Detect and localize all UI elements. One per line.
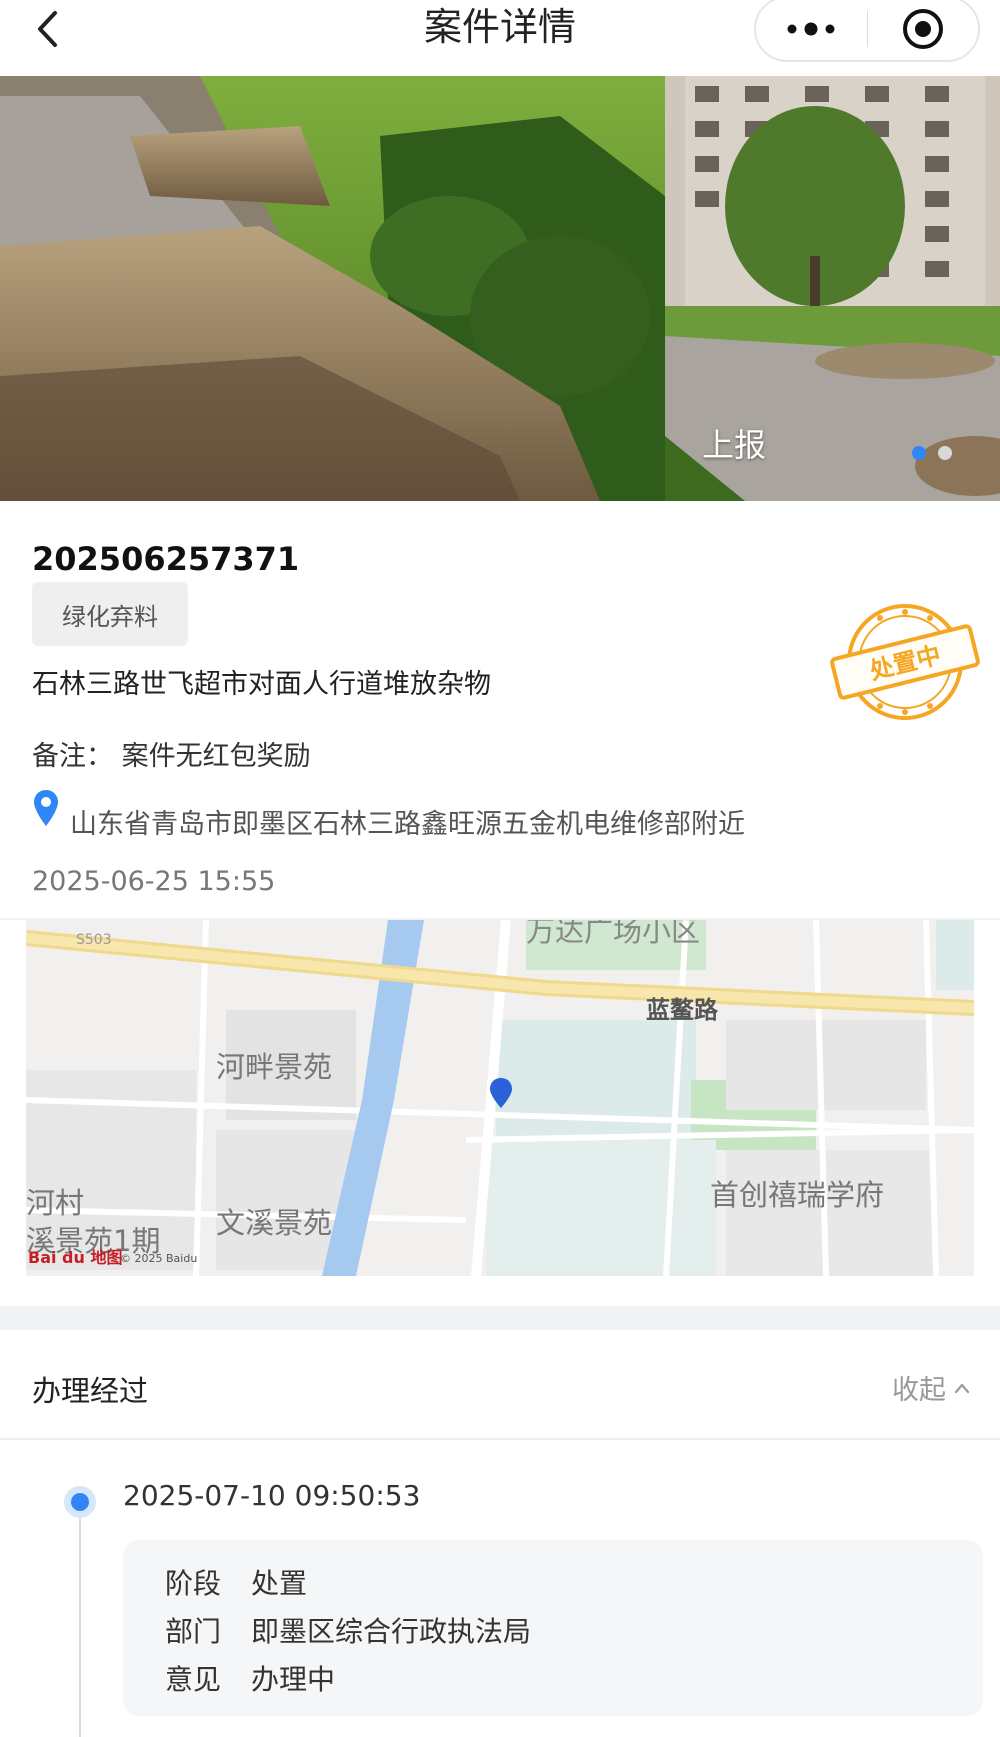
- case-photo-main[interactable]: [0, 76, 665, 501]
- nav-bar: 案件详情: [0, 0, 1000, 76]
- map-road-label: 蓝鳌路: [646, 996, 718, 1024]
- process-title: 办理经过: [32, 1374, 149, 1408]
- case-number: 202506257371: [32, 540, 300, 578]
- timeline-dot: [64, 1486, 96, 1518]
- map-label-hecun: 河村: [26, 1186, 85, 1220]
- process-header: 办理经过 收起: [0, 1330, 1000, 1440]
- map-label-shouchuang: 首创禧瑞学府: [710, 1178, 885, 1212]
- map-label-wenxi: 文溪景苑: [216, 1206, 333, 1240]
- opinion-row: 意见 办理中: [165, 1656, 941, 1704]
- opinion-value: 办理中: [251, 1663, 336, 1696]
- mini-program-capsule: [754, 0, 980, 62]
- map-label-hepan: 河畔景苑: [216, 1050, 333, 1084]
- carousel-dot[interactable]: [938, 446, 952, 460]
- map-canvas: [26, 920, 974, 1276]
- location-pin-icon: [34, 790, 58, 826]
- map-road-code: S503: [76, 932, 112, 948]
- map-label-top: 万达广场小区: [526, 920, 701, 948]
- case-time: 2025-06-25 15:55: [32, 866, 276, 897]
- timeline-card: 阶段 处置 部门 即墨区综合行政执法局 意见 办理中: [123, 1540, 983, 1716]
- status-stamp: 处置中: [830, 604, 980, 720]
- map-copyright: © 2025 Baidu: [120, 1252, 198, 1265]
- collapse-button[interactable]: 收起: [892, 1368, 970, 1407]
- baidu-map-logo: Bai du 地图: [28, 1248, 123, 1267]
- photo-carousel[interactable]: 上报: [0, 76, 1000, 501]
- chevron-up-icon: [954, 1383, 970, 1393]
- more-button[interactable]: [756, 0, 867, 60]
- address-row: 山东省青岛市即墨区石林三路鑫旺源五金机电维修部附近: [32, 788, 745, 841]
- category-tag: 绿化弃料: [32, 582, 188, 646]
- carousel-label: 上报: [702, 426, 767, 464]
- timeline-time: 2025-07-10 09:50:53: [123, 1479, 421, 1512]
- stage-key: 阶段: [165, 1567, 222, 1600]
- collapse-label: 收起: [892, 1375, 946, 1406]
- dept-key: 部门: [165, 1615, 222, 1648]
- case-title: 石林三路世飞超市对面人行道堆放杂物: [32, 669, 491, 700]
- dept-value: 即墨区综合行政执法局: [251, 1615, 532, 1648]
- close-button[interactable]: [867, 0, 978, 60]
- stage-value: 处置: [251, 1567, 308, 1600]
- dept-row: 部门 即墨区综合行政执法局: [165, 1608, 941, 1656]
- opinion-key: 意见: [165, 1663, 222, 1696]
- carousel-dot-active[interactable]: [912, 446, 926, 460]
- target-close-icon: [902, 9, 943, 49]
- location-map[interactable]: 河畔景苑 文溪景苑 首创禧瑞学府 河村 溪景苑1期 蓝鳌路 S503 万达广场小…: [26, 920, 974, 1276]
- case-remark: 备注： 案件无红包奖励: [32, 741, 311, 772]
- stage-row: 阶段 处置: [165, 1560, 941, 1608]
- timeline-line: [79, 1500, 81, 1737]
- case-address: 山东省青岛市即墨区石林三路鑫旺源五金机电维修部附近: [70, 809, 745, 840]
- section-separator: [0, 1306, 1000, 1330]
- carousel-dots: [912, 446, 952, 460]
- more-dots-icon: [787, 22, 835, 36]
